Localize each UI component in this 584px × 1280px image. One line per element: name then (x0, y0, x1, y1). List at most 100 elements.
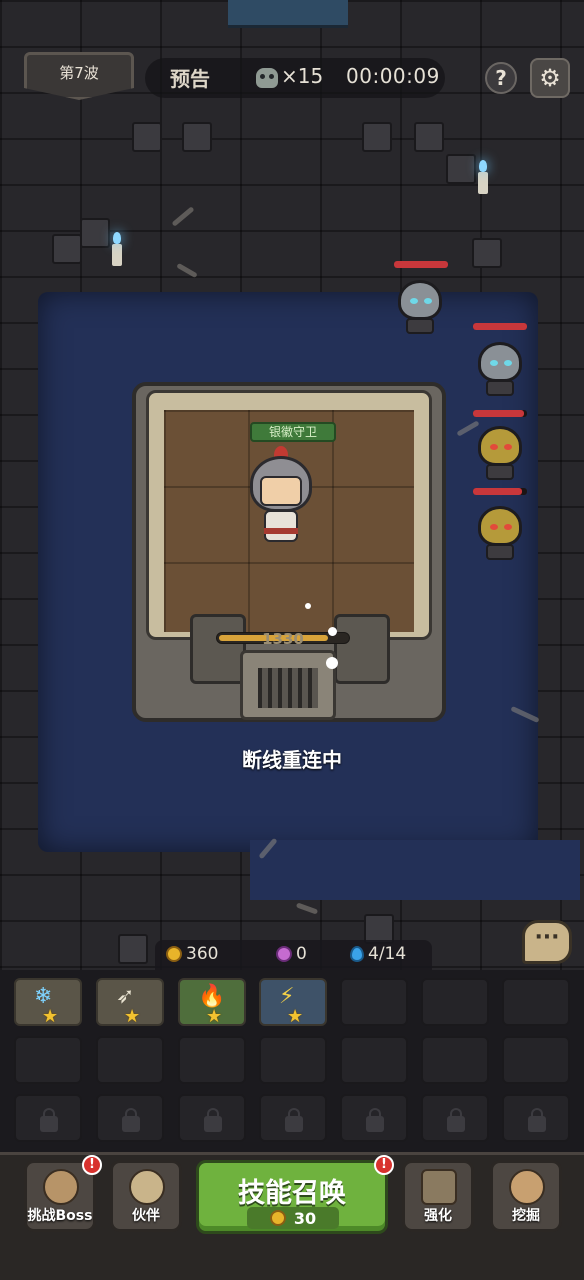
dig-label: 挖掘 (512, 1208, 540, 1224)
enemy-hp-bar (473, 488, 527, 495)
enemy-body (406, 318, 434, 334)
pickaxe-icon (509, 1169, 545, 1205)
enemy-gold-skeleton[interactable] (474, 502, 526, 562)
empty-skill-slot[interactable] (502, 1036, 570, 1084)
locked-skill-slot[interactable] (178, 1094, 246, 1142)
partners-button[interactable]: 伙伴 (110, 1160, 182, 1232)
stone-pillar (132, 122, 162, 152)
stone-pillar (446, 154, 476, 184)
loading-dot (326, 657, 338, 669)
water-drop-icon (350, 946, 364, 962)
enemy-skeleton[interactable] (394, 276, 446, 336)
coin-icon (166, 946, 182, 962)
loading-dot (328, 627, 337, 636)
stone-pillar (472, 238, 502, 268)
lock-icon (366, 1108, 384, 1132)
moat-water-channel (250, 840, 580, 900)
enemy-body (486, 464, 514, 480)
lock-icon (40, 1108, 58, 1132)
skill-summon-button[interactable]: 技能召唤 30 (196, 1160, 388, 1234)
candle-icon (112, 232, 122, 266)
locked-skill-slot[interactable] (502, 1094, 570, 1142)
reconnecting-message: 断线重连中 (242, 748, 342, 772)
skill-slot-fire[interactable]: 🔥 ★ (178, 978, 246, 1027)
enemy-helmet (478, 426, 522, 466)
locked-skill-slot[interactable] (259, 1094, 327, 1142)
chat-button[interactable]: ··· (522, 920, 572, 964)
bone-decor (295, 902, 319, 915)
hero-guard[interactable] (250, 446, 312, 548)
candle-icon (478, 160, 488, 194)
gold-counter: 360 (166, 944, 218, 964)
enemy-gold-skeleton[interactable] (474, 422, 526, 482)
locked-skill-slot[interactable] (421, 1094, 489, 1142)
empty-skill-slot[interactable] (502, 978, 570, 1026)
enemy-hp-bar (473, 410, 527, 417)
alert-badge: ! (82, 1155, 102, 1175)
stone-pillar (182, 122, 212, 152)
empty-skill-slot[interactable] (421, 978, 489, 1026)
enemy-helmet (398, 280, 442, 320)
empty-skill-slot[interactable] (421, 1036, 489, 1084)
challenge-boss-label: 挑战Boss (27, 1208, 93, 1224)
star-icon: ★ (287, 1006, 304, 1027)
top-gate (228, 0, 348, 28)
lock-icon (122, 1108, 140, 1132)
enemy-eye (490, 360, 498, 366)
summon-cost: 30 (247, 1207, 339, 1229)
bone-decor (171, 206, 195, 227)
enemy-eye (424, 298, 432, 304)
enemy-eye (410, 298, 418, 304)
enemy-hp-bar (394, 261, 448, 268)
enemy-hp-fill (473, 488, 522, 495)
enemy-hp-fill (394, 261, 448, 268)
bone-decor (176, 262, 198, 279)
empty-skill-slot[interactable] (259, 1036, 327, 1084)
empty-skill-slot[interactable] (14, 1036, 82, 1084)
settings-button[interactable]: ⚙ (530, 58, 570, 98)
hero-name-tag: 银徽守卫 (250, 422, 336, 442)
locked-skill-slot[interactable] (96, 1094, 164, 1142)
gate-portcullis (258, 668, 318, 708)
help-button[interactable]: ? (485, 62, 517, 94)
loading-dot (305, 603, 311, 609)
lock-icon (285, 1108, 303, 1132)
enemy-hp-fill (473, 410, 525, 417)
empty-skill-slot[interactable] (96, 1036, 164, 1084)
upgrade-label: 强化 (424, 1208, 452, 1224)
enemy-body (486, 544, 514, 560)
skill-slot-ice[interactable]: ❄ ★ (14, 978, 82, 1027)
dig-button[interactable]: 挖掘 (490, 1160, 562, 1232)
stone-pillar (80, 218, 110, 248)
empty-skill-slot[interactable] (178, 1036, 246, 1084)
stone-pillar (52, 234, 82, 264)
enemy-hp-bar (473, 323, 527, 330)
stone-pillar (414, 122, 444, 152)
chat-bubble-icon: ··· (534, 925, 560, 950)
lock-icon (528, 1108, 546, 1132)
empty-skill-slot[interactable] (340, 1036, 408, 1084)
skill-slot-arrows[interactable]: ➶ ★ (96, 978, 164, 1027)
gem-icon (276, 946, 292, 962)
lock-icon (204, 1108, 222, 1132)
summon-cost-value: 30 (293, 1208, 317, 1228)
hero-belt (264, 528, 298, 534)
locked-skill-slot[interactable] (340, 1094, 408, 1142)
stone-pillar (118, 934, 148, 964)
wave-preview-label[interactable]: 预告 (170, 63, 210, 92)
wave-timer: 00:00:09 (346, 64, 440, 88)
empty-skill-slot[interactable] (340, 978, 408, 1026)
skill-summon-label: 技能召唤 (238, 1178, 346, 1209)
star-icon: ★ (124, 1006, 141, 1027)
skill-slot-lightning[interactable]: ⚡ ★ (259, 978, 327, 1027)
gem-counter: 0 (276, 944, 307, 964)
locked-skill-slot[interactable] (14, 1094, 82, 1142)
enemy-eye (504, 360, 512, 366)
star-icon: ★ (42, 1006, 59, 1027)
hero-face (260, 476, 302, 506)
enemy-skeleton[interactable] (474, 338, 526, 398)
gold-value: 360 (186, 944, 219, 964)
lock-icon (447, 1108, 465, 1132)
star-icon: ★ (206, 1006, 223, 1027)
upgrade-button[interactable]: 强化 (402, 1160, 474, 1232)
